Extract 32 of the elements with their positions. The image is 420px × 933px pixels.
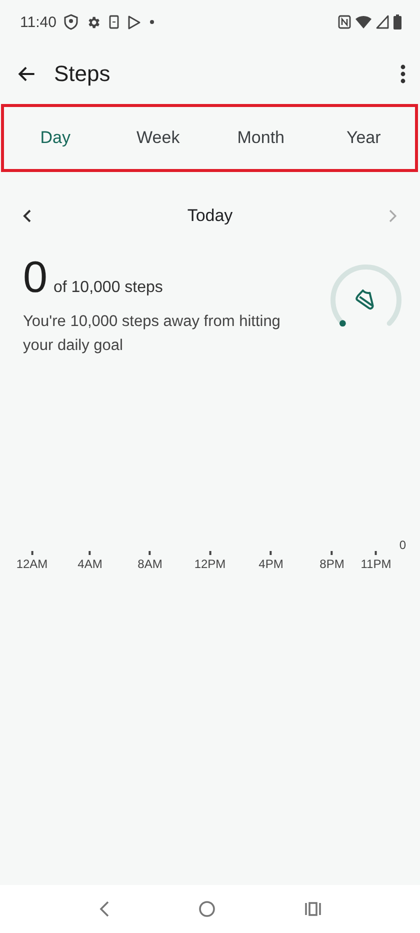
period-tab[interactable]: Year [312, 107, 415, 169]
signal-icon [376, 15, 389, 29]
home-nav-icon[interactable] [198, 900, 216, 918]
date-label: Today [186, 206, 234, 226]
time-axis-label: 8AM [138, 557, 162, 571]
battery-icon [393, 14, 402, 30]
y-axis-label: 0 [399, 538, 406, 552]
time-axis-label: 11PM [360, 557, 392, 571]
time-axis-label: 12AM [16, 557, 48, 571]
nfc-icon [338, 15, 351, 29]
play-icon [127, 14, 142, 30]
status-time: 11:40 [20, 14, 56, 30]
shield-icon [64, 14, 78, 30]
time-axis-label: 12PM [194, 557, 226, 571]
time-axis-label: 8PM [320, 557, 344, 571]
step-count: 0 [23, 256, 48, 300]
time-axis-label: 4PM [258, 557, 284, 571]
more-options-icon[interactable] [400, 64, 406, 84]
dot-icon [149, 19, 156, 25]
step-goal: of 10,000 steps [53, 279, 163, 297]
back-nav-icon[interactable] [98, 900, 110, 918]
period-tab[interactable]: Month [210, 107, 312, 169]
phone-icon [109, 15, 120, 29]
time-axis-label: 4AM [78, 557, 102, 571]
recents-nav-icon[interactable] [304, 901, 322, 917]
goal-message: You're 10,000 steps away from hitting your daily goal [23, 312, 282, 356]
settings-icon [86, 14, 102, 30]
wifi-icon [355, 15, 372, 29]
page-title: Steps [54, 61, 112, 87]
period-tab[interactable]: Week [106, 107, 210, 169]
period-tab[interactable]: Day [4, 107, 107, 169]
previous-chevron-icon[interactable] [22, 209, 32, 223]
